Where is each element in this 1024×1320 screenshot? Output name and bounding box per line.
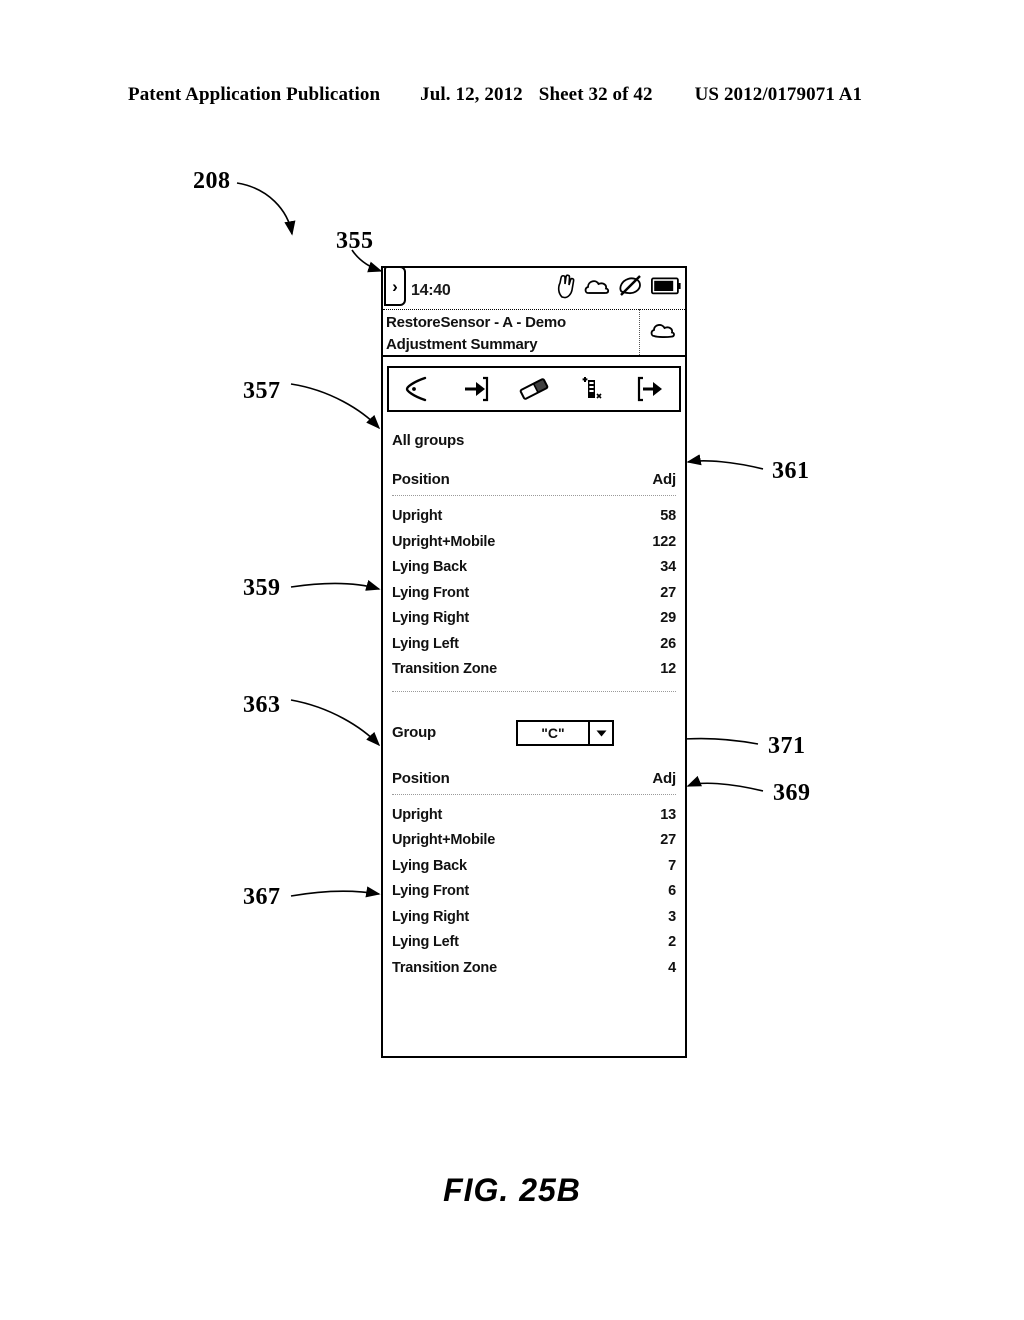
row-adj: 4 [668,959,676,976]
row-adj: 12 [660,661,676,677]
row-position: Upright+Mobile [392,832,496,848]
table-row: Upright 13 [392,803,676,829]
cloud-outline-icon[interactable] [639,309,685,355]
device-screen: › 14:40 RestoreSensor - A - Demo Adjustm… [383,266,685,1056]
table-row: Lying Front 27 [392,581,676,607]
back-chevron-icon[interactable] [395,369,441,409]
row-adj: 34 [660,559,676,575]
row-position: Transition Zone [392,959,497,976]
row-adj: 6 [668,883,676,899]
row-position: Upright [392,508,443,524]
column-header-adj: Adj [652,769,676,787]
column-header-adj: Adj [652,471,676,488]
row-adj: 27 [660,584,676,601]
patent-number-label: US 2012/0179071 A1 [694,84,863,105]
reference-numeral-363: 363 [243,692,281,718]
row-position: Lying Right [392,908,469,925]
table-row: Transition Zone 12 [392,657,676,683]
row-position: Upright+Mobile [392,533,496,550]
all-groups-footer-divider [392,690,676,692]
row-position: Lying Left [392,635,459,652]
table-row: Transition Zone 4 [392,956,676,982]
group-label: Group [392,724,436,741]
figure-caption: FIG. 25B [443,1172,581,1208]
status-back-button[interactable]: › [384,266,406,306]
all-groups-title: All groups [392,432,465,449]
reference-numeral-369: 369 [773,780,811,806]
hand-gesture-icon [556,273,576,304]
status-bar: › 14:40 [383,266,685,310]
group-column-header: Position Adj [392,770,676,794]
patent-header: Patent Application Publication Jul. 12, … [128,84,896,106]
row-adj: 29 [660,610,676,626]
reference-numeral-361: 361 [772,458,810,484]
reference-numeral-208: 208 [193,168,231,194]
row-adj: 3 [668,908,676,925]
row-position: Lying Back [392,559,467,575]
patent-publication-label: Patent Application Publication [128,84,381,105]
mute-slash-icon [618,274,643,303]
row-adj: 26 [660,635,676,652]
table-row: Lying Right 3 [392,905,676,931]
reference-numeral-359: 359 [243,575,281,601]
group-rows: Upright 13 Upright+Mobile 27 Lying Back … [392,795,676,982]
battery-icon [650,277,681,300]
title-bar: RestoreSensor - A - Demo Adjustment Summ… [383,309,685,357]
lead-adjust-icon[interactable] [569,369,615,409]
table-row: Lying Back 34 [392,555,676,581]
status-icons [556,273,681,304]
row-position: Lying Front [392,584,469,601]
device-frame: › 14:40 RestoreSensor - A - Demo Adjustm… [381,266,687,1058]
patent-sheet-label: Sheet 32 of 42 [538,84,653,105]
reference-numeral-371: 371 [768,733,806,759]
row-position: Lying Front [392,883,469,899]
table-row: Lying Left 2 [392,930,676,956]
table-row: Lying Left 26 [392,632,676,658]
table-row: Upright+Mobile 122 [392,530,676,556]
patent-date-label: Jul. 12, 2012 [420,84,523,105]
group-dropdown-value: "C" [541,724,565,741]
row-adj: 122 [652,533,676,550]
row-adj: 27 [660,832,676,848]
all-groups-rows: Upright 58 Upright+Mobile 122 Lying Back… [392,496,676,683]
table-row: Lying Back 7 [392,854,676,880]
eraser-icon[interactable] [511,369,557,409]
row-position: Lying Left [392,934,459,950]
row-adj: 2 [668,934,676,950]
reference-numeral-357: 357 [243,378,281,404]
column-header-position: Position [392,769,450,787]
table-row: Upright+Mobile 27 [392,828,676,854]
chevron-down-icon[interactable] [588,721,612,744]
row-position: Lying Right [392,610,469,626]
reference-numeral-355: 355 [336,228,374,254]
table-row: Lying Right 29 [392,606,676,632]
screen-content: All groups Position Adj Upright 58 Uprig… [383,432,685,981]
row-position: Lying Back [392,857,467,874]
arrow-into-box-icon[interactable] [453,369,499,409]
row-adj: 7 [668,857,676,874]
group-selector-row: Group "C" [392,718,676,748]
row-adj: 58 [660,508,676,524]
row-adj: 13 [660,806,676,823]
arrow-out-of-box-icon[interactable] [627,369,673,409]
status-time: 14:40 [411,282,451,299]
column-header-position: Position [392,471,450,488]
reference-numeral-367: 367 [243,884,281,910]
table-row: Lying Front 6 [392,879,676,905]
all-groups-column-header: Position Adj [392,471,676,495]
cloud-icon [584,274,610,303]
row-position: Upright [392,806,443,823]
table-row: Upright 58 [392,504,676,530]
toolbar [387,366,681,412]
row-position: Transition Zone [392,661,497,677]
group-dropdown[interactable]: "C" [516,719,614,746]
